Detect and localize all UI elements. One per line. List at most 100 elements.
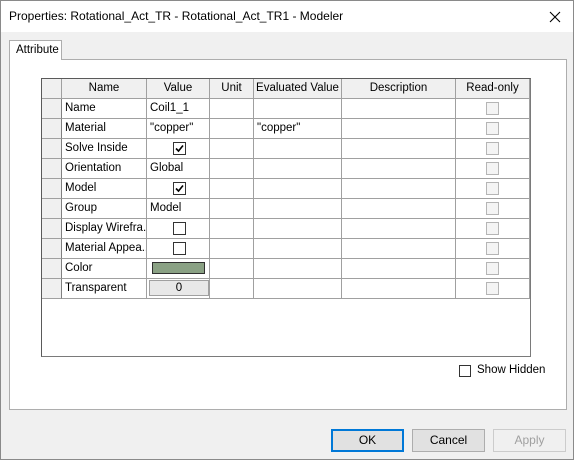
read-only-checkbox[interactable]: [486, 182, 499, 195]
property-description[interactable]: [342, 119, 456, 139]
column-header-name[interactable]: Name: [62, 79, 147, 99]
row-header[interactable]: [42, 259, 62, 279]
value-checkbox[interactable]: [173, 242, 186, 255]
property-name: Solve Inside: [62, 139, 147, 159]
property-value[interactable]: [147, 259, 210, 279]
property-description[interactable]: [342, 179, 456, 199]
property-read-only[interactable]: [456, 119, 530, 139]
column-header-description[interactable]: Description: [342, 79, 456, 99]
property-read-only[interactable]: [456, 99, 530, 119]
property-unit[interactable]: [210, 259, 254, 279]
grid-corner: [42, 79, 62, 99]
column-header-evaluated-value[interactable]: Evaluated Value: [254, 79, 342, 99]
read-only-checkbox[interactable]: [486, 122, 499, 135]
value-checkbox[interactable]: [173, 222, 186, 235]
read-only-checkbox[interactable]: [486, 202, 499, 215]
property-description[interactable]: [342, 139, 456, 159]
property-name: Group: [62, 199, 147, 219]
close-button[interactable]: [537, 1, 573, 32]
read-only-checkbox[interactable]: [486, 162, 499, 175]
property-read-only[interactable]: [456, 179, 530, 199]
property-value[interactable]: "copper": [147, 119, 210, 139]
property-name: Transparent: [62, 279, 147, 299]
show-hidden-box[interactable]: [459, 365, 471, 377]
property-value[interactable]: [147, 219, 210, 239]
property-value[interactable]: Coil1_1: [147, 99, 210, 119]
property-value[interactable]: Model: [147, 199, 210, 219]
property-evaluated-value: [254, 199, 342, 219]
row-header[interactable]: [42, 199, 62, 219]
title-bar[interactable]: Properties: Rotational_Act_TR - Rotation…: [1, 1, 573, 32]
row-header[interactable]: [42, 279, 62, 299]
property-unit[interactable]: [210, 239, 254, 259]
row-header[interactable]: [42, 219, 62, 239]
property-evaluated-value: [254, 99, 342, 119]
property-value[interactable]: Global: [147, 159, 210, 179]
show-hidden-label: Show Hidden: [477, 364, 546, 376]
property-unit[interactable]: [210, 279, 254, 299]
property-evaluated-value: "copper": [254, 119, 342, 139]
property-read-only[interactable]: [456, 219, 530, 239]
cancel-button[interactable]: Cancel: [412, 429, 485, 452]
read-only-checkbox[interactable]: [486, 142, 499, 155]
property-description[interactable]: [342, 259, 456, 279]
property-read-only[interactable]: [456, 239, 530, 259]
property-unit[interactable]: [210, 139, 254, 159]
property-read-only[interactable]: [456, 159, 530, 179]
property-evaluated-value: [254, 279, 342, 299]
property-evaluated-value: [254, 139, 342, 159]
property-evaluated-value: [254, 259, 342, 279]
property-value[interactable]: [147, 239, 210, 259]
property-description[interactable]: [342, 239, 456, 259]
color-swatch[interactable]: [152, 262, 205, 274]
read-only-checkbox[interactable]: [486, 242, 499, 255]
transparency-value-button[interactable]: 0: [149, 280, 209, 296]
read-only-checkbox[interactable]: [486, 262, 499, 275]
property-unit[interactable]: [210, 199, 254, 219]
property-read-only[interactable]: [456, 139, 530, 159]
property-evaluated-value: [254, 179, 342, 199]
property-description[interactable]: [342, 219, 456, 239]
read-only-checkbox[interactable]: [486, 102, 499, 115]
property-name: Material Appea...: [62, 239, 147, 259]
row-header[interactable]: [42, 119, 62, 139]
property-evaluated-value: [254, 219, 342, 239]
close-icon: [549, 11, 561, 22]
read-only-checkbox[interactable]: [486, 222, 499, 235]
value-checkbox[interactable]: [173, 182, 186, 195]
property-unit[interactable]: [210, 159, 254, 179]
property-description[interactable]: [342, 199, 456, 219]
column-header-value[interactable]: Value: [147, 79, 210, 99]
property-description[interactable]: [342, 159, 456, 179]
tab-attribute[interactable]: Attribute: [9, 40, 62, 60]
property-unit[interactable]: [210, 219, 254, 239]
value-checkbox[interactable]: [173, 142, 186, 155]
property-read-only[interactable]: [456, 259, 530, 279]
row-header[interactable]: [42, 239, 62, 259]
property-value[interactable]: [147, 139, 210, 159]
row-header[interactable]: [42, 159, 62, 179]
properties-grid: Name Value Unit Evaluated Value Description R…: [41, 78, 531, 357]
tab-attribute-label: Attribute: [16, 44, 59, 56]
property-value[interactable]: 0: [147, 279, 210, 299]
column-header-unit[interactable]: Unit: [210, 79, 254, 99]
property-unit[interactable]: [210, 99, 254, 119]
read-only-checkbox[interactable]: [486, 282, 499, 295]
row-header[interactable]: [42, 179, 62, 199]
property-read-only[interactable]: [456, 199, 530, 219]
property-unit[interactable]: [210, 119, 254, 139]
property-unit[interactable]: [210, 179, 254, 199]
ok-button[interactable]: OK: [331, 429, 404, 452]
properties-dialog: Properties: Rotational_Act_TR - Rotation…: [0, 0, 574, 460]
column-header-read-only[interactable]: Read-only: [456, 79, 530, 99]
property-read-only[interactable]: [456, 279, 530, 299]
row-header[interactable]: [42, 99, 62, 119]
property-name: Name: [62, 99, 147, 119]
property-name: Display Wirefra...: [62, 219, 147, 239]
property-description[interactable]: [342, 279, 456, 299]
apply-button[interactable]: Apply: [493, 429, 566, 452]
property-description[interactable]: [342, 99, 456, 119]
property-evaluated-value: [254, 239, 342, 259]
row-header[interactable]: [42, 139, 62, 159]
property-value[interactable]: [147, 179, 210, 199]
